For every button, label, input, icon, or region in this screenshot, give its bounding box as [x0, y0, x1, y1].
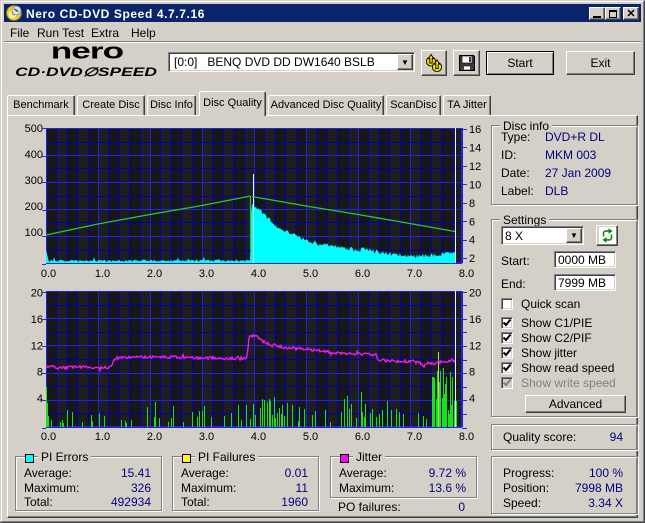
svg-text:12: 12	[469, 340, 481, 352]
svg-text:10: 10	[469, 179, 481, 191]
svg-text:14: 14	[469, 142, 481, 154]
svg-text:500: 500	[25, 123, 43, 135]
svg-text:12: 12	[31, 340, 43, 352]
svg-text:20: 20	[469, 288, 481, 300]
svg-text:4.0: 4.0	[251, 268, 266, 280]
svg-text:2: 2	[469, 253, 475, 265]
svg-text:16: 16	[469, 314, 481, 326]
svg-text:12: 12	[469, 161, 481, 173]
svg-text:8.0: 8.0	[459, 431, 474, 443]
svg-text:20: 20	[31, 288, 43, 300]
svg-text:2.0: 2.0	[147, 268, 162, 280]
svg-text:6: 6	[469, 216, 475, 228]
svg-text:4: 4	[469, 393, 475, 405]
svg-text:2.0: 2.0	[147, 431, 162, 443]
svg-text:0.0: 0.0	[41, 431, 56, 443]
svg-text:3.0: 3.0	[199, 268, 214, 280]
svg-text:0.0: 0.0	[41, 268, 56, 280]
svg-text:4: 4	[37, 393, 43, 405]
svg-text:3.0: 3.0	[199, 431, 214, 443]
svg-text:1.0: 1.0	[95, 431, 110, 443]
svg-text:5.0: 5.0	[303, 431, 318, 443]
svg-text:8: 8	[469, 198, 475, 210]
svg-text:7.0: 7.0	[407, 431, 422, 443]
svg-text:16: 16	[469, 124, 481, 136]
svg-text:7.0: 7.0	[407, 268, 422, 280]
svg-text:6.0: 6.0	[355, 268, 370, 280]
svg-text:400: 400	[25, 149, 43, 161]
svg-text:6.0: 6.0	[355, 431, 370, 443]
svg-text:200: 200	[25, 201, 43, 213]
svg-text:8.0: 8.0	[459, 268, 474, 280]
svg-text:100: 100	[25, 227, 43, 239]
svg-text:8: 8	[37, 367, 43, 379]
svg-text:300: 300	[25, 175, 43, 187]
svg-text:4.0: 4.0	[251, 431, 266, 443]
svg-text:16: 16	[31, 314, 43, 326]
svg-text:5.0: 5.0	[303, 268, 318, 280]
svg-text:1.0: 1.0	[95, 268, 110, 280]
svg-text:8: 8	[469, 367, 475, 379]
svg-text:4: 4	[469, 235, 475, 247]
